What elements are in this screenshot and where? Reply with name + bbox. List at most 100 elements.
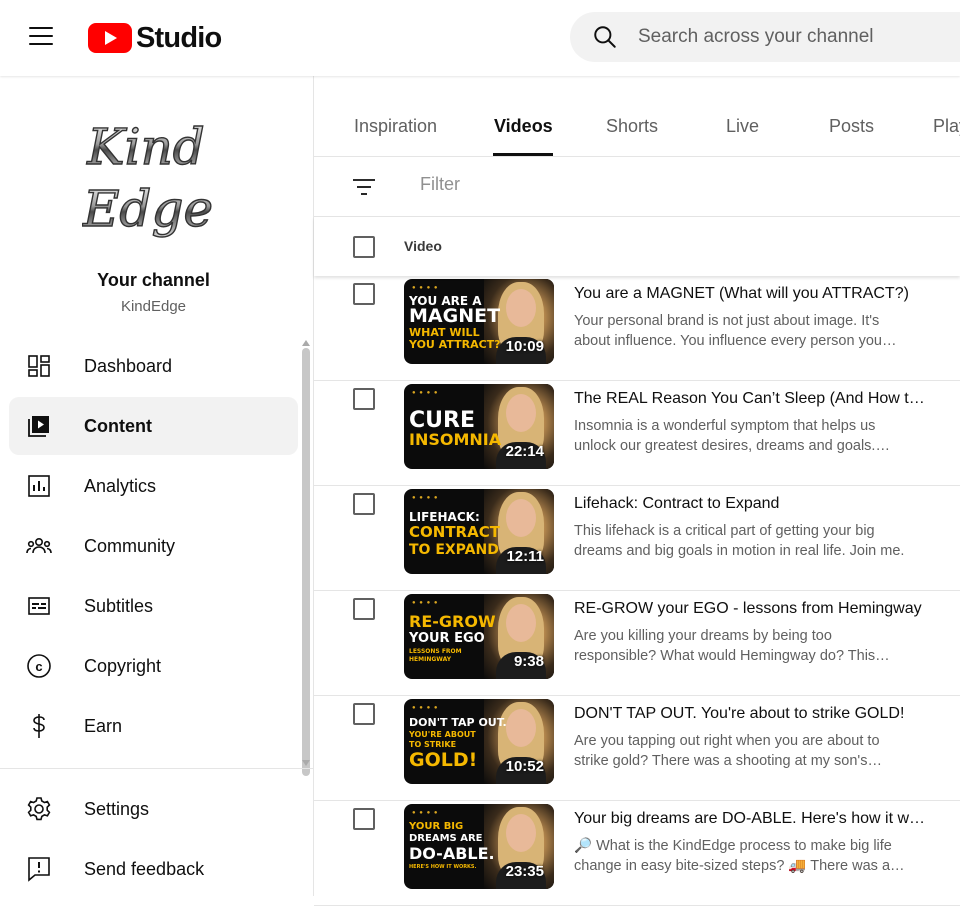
sidebar-item-copyright[interactable]: c Copyright [9, 637, 298, 695]
sidebar-item-earn[interactable]: Earn [9, 697, 298, 755]
thumbnail-text: LIFEHACK: [409, 510, 480, 524]
sidebar-item-subtitles[interactable]: Subtitles [9, 577, 298, 635]
sidebar-item-settings[interactable]: Settings [9, 780, 298, 838]
filter-input[interactable] [418, 173, 822, 196]
video-title[interactable]: Lifehack: Contract to Expand [574, 495, 926, 513]
scroll-up-arrow[interactable] [302, 340, 310, 346]
sidebar-item-dashboard[interactable]: Dashboard [9, 337, 298, 395]
thumbnail-face [506, 499, 536, 537]
svg-text:Edge: Edge [82, 180, 213, 238]
video-title[interactable]: You are a MAGNET (What will you ATTRACT?… [574, 285, 926, 303]
sidebar-item-send-feedback[interactable]: Send feedback [9, 840, 298, 898]
thumbnail-dots: ● ● ● ● [412, 285, 439, 291]
community-icon [26, 533, 52, 559]
video-description: This lifehack is a critical part of gett… [574, 523, 905, 559]
studio-logo[interactable]: Studio [88, 20, 222, 56]
channel-title: Your channel [97, 270, 210, 290]
video-duration: 10:52 [505, 758, 544, 775]
thumbnail-dots: ● ● ● ● [412, 390, 439, 396]
video-description: Insomnia is a wonderful symptom that hel… [574, 418, 876, 454]
row-checkbox[interactable] [353, 388, 375, 410]
channel-handle: KindEdge [120, 298, 187, 315]
sidebar-item-label: Community [84, 535, 176, 556]
video-duration: 12:11 [506, 548, 544, 565]
select-all-checkbox[interactable] [353, 236, 375, 258]
thumbnail-text: DON'T TAP OUT. [409, 716, 507, 729]
table-row[interactable]: ● ● ● ● LIFEHACK: CONTRACT TO EXPAND 12:… [314, 486, 960, 591]
row-checkbox[interactable] [353, 808, 375, 830]
thumbnail-text: YOUR BIG [409, 821, 464, 832]
tab-videos[interactable]: Videos [494, 116, 553, 137]
tab-shorts[interactable]: Shorts [606, 116, 658, 137]
video-duration: 22:14 [505, 443, 544, 460]
sidebar-scrollbar[interactable] [302, 348, 310, 776]
tab-live[interactable]: Live [726, 116, 759, 137]
sidebar-item-analytics[interactable]: Analytics [9, 457, 298, 515]
sidebar: Kind Edge Your channel KindEdge Dashboar… [0, 76, 314, 896]
row-checkbox[interactable] [353, 283, 375, 305]
video-thumbnail[interactable]: ● ● ● ● LIFEHACK: CONTRACT TO EXPAND 12:… [404, 489, 554, 574]
app-name: Studio [136, 21, 222, 54]
thumbnail-text: RE-GROW [409, 612, 496, 631]
video-duration: 10:09 [505, 338, 544, 355]
video-thumbnail[interactable]: ● ● ● ● DON'T TAP OUT. YOU'RE ABOUT TO S… [404, 699, 554, 784]
row-checkbox[interactable] [353, 703, 375, 725]
thumbnail-text: MAGNET [409, 305, 501, 327]
thumbnail-text: CONTRACT [409, 523, 500, 541]
thumbnail-text: YOU ATTRACT? [409, 338, 501, 351]
sidebar-item-label: Subtitles [84, 595, 154, 616]
thumbnail-text: TO STRIKE [409, 740, 457, 749]
content-main: Inspiration Videos Shorts Live Posts Pla… [314, 76, 960, 906]
sidebar-item-label: Send feedback [84, 858, 205, 879]
video-duration: 9:38 [513, 653, 544, 670]
youtube-logo-icon [88, 23, 132, 53]
table-header: Video [314, 217, 960, 276]
video-title[interactable]: The REAL Reason You Can’t Sleep (And How… [574, 390, 926, 408]
video-thumbnail[interactable]: ● ● ● ● RE-GROW YOUR EGO LESSONS FROM HE… [404, 594, 554, 679]
column-header-video: Video [404, 238, 442, 254]
video-title[interactable]: RE-GROW your EGO - lessons from Hemingwa… [574, 600, 926, 618]
sidebar-item-label: Dashboard [84, 355, 173, 376]
thumbnail-text: CURE [409, 408, 475, 433]
sidebar-item-content[interactable]: Content [9, 397, 298, 455]
content-tabs: Inspiration Videos Shorts Live Posts Pla… [314, 76, 960, 157]
video-title[interactable]: Your big dreams are DO-ABLE. Here's how … [574, 810, 926, 828]
video-thumbnail[interactable]: ● ● ● ● YOU ARE A MAGNET WHAT WILL YOU A… [404, 279, 554, 364]
table-row[interactable]: ● ● ● ● CURE INSOMNIA 22:14 The REAL Rea… [314, 381, 960, 486]
feedback-icon [26, 856, 52, 882]
filter-icon[interactable] [352, 177, 376, 197]
table-row[interactable]: ● ● ● ● RE-GROW YOUR EGO LESSONS FROM HE… [314, 591, 960, 696]
sidebar-item-community[interactable]: Community [9, 517, 298, 575]
dashboard-icon [26, 353, 52, 379]
video-thumbnail[interactable]: ● ● ● ● YOUR BIG DREAMS ARE DO-ABLE. HER… [404, 804, 554, 889]
tab-playlists[interactable]: Playlists [933, 116, 960, 137]
menu-icon[interactable] [29, 27, 53, 47]
thumbnail-face [506, 604, 536, 642]
video-title[interactable]: DON'T TAP OUT. You're about to strike GO… [574, 705, 926, 723]
tab-posts[interactable]: Posts [829, 116, 874, 137]
thumbnail-face [506, 289, 536, 327]
video-thumbnail[interactable]: ● ● ● ● CURE INSOMNIA 22:14 [404, 384, 554, 469]
thumbnail-text: TO EXPAND [409, 542, 499, 558]
row-checkbox[interactable] [353, 493, 375, 515]
search-icon[interactable] [592, 24, 618, 50]
row-checkbox[interactable] [353, 598, 375, 620]
svg-text:c: c [35, 659, 42, 674]
table-row[interactable]: ● ● ● ● DON'T TAP OUT. YOU'RE ABOUT TO S… [314, 696, 960, 801]
table-row[interactable]: ● ● ● ● YOU ARE A MAGNET WHAT WILL YOU A… [314, 276, 960, 381]
video-duration: 23:35 [505, 863, 544, 880]
sidebar-item-label: Earn [84, 715, 123, 736]
video-description: Are you tapping out right when you are a… [574, 733, 880, 769]
thumbnail-text: GOLD! [409, 749, 478, 771]
search-input[interactable] [636, 25, 960, 49]
tab-inspiration[interactable]: Inspiration [354, 116, 437, 137]
table-row[interactable]: ● ● ● ● YOUR BIG DREAMS ARE DO-ABLE. HER… [314, 801, 960, 906]
gear-icon [26, 796, 52, 822]
filter-bar [314, 157, 960, 217]
channel-avatar[interactable]: Kind Edge [82, 102, 218, 246]
thumbnail-text: YOUR EGO [409, 631, 485, 646]
sidebar-item-label: Copyright [84, 655, 162, 676]
scroll-down-arrow[interactable] [302, 760, 310, 766]
video-description: Your personal brand is not just about im… [574, 313, 882, 349]
copyright-icon: c [26, 653, 52, 679]
